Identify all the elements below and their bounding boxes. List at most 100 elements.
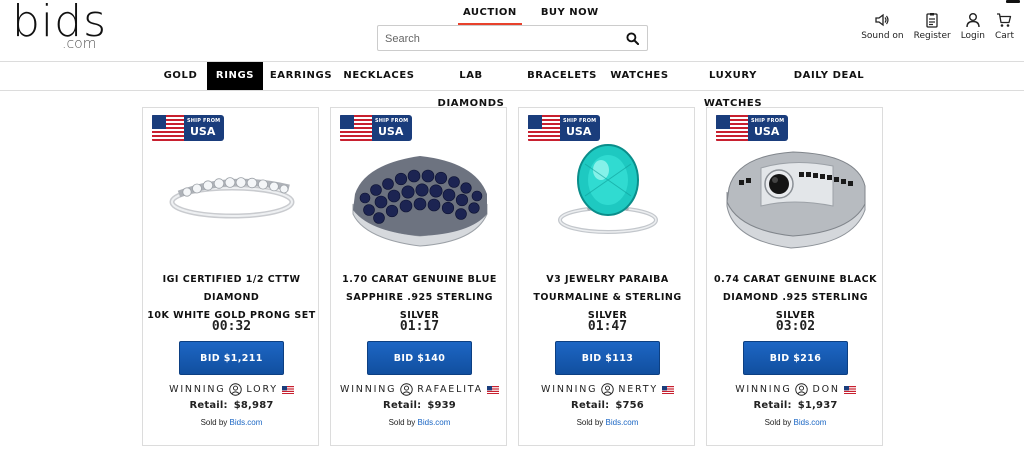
- ship-country-label: USA: [378, 125, 404, 138]
- category-daily-deal[interactable]: DAILY DEAL: [793, 62, 865, 90]
- ship-country-label: USA: [754, 125, 780, 138]
- category-rings[interactable]: RINGS: [207, 62, 263, 90]
- user-icon: [966, 13, 980, 28]
- user-circle-icon: [400, 383, 414, 396]
- auction-timer: 03:02: [775, 319, 816, 334]
- retail-value: $939: [427, 400, 456, 411]
- header: bids .com AUCTION BUY NOW Sound on: [0, 0, 1024, 62]
- retail-price: Retail: $756: [519, 400, 696, 411]
- login-button[interactable]: Login: [961, 12, 985, 41]
- sold-by-label: Sold by: [200, 418, 228, 427]
- winner-name: DON: [812, 384, 840, 395]
- retail-label: Retail:: [383, 400, 422, 411]
- tab-buy-now[interactable]: BUY NOW: [536, 6, 604, 25]
- search-input[interactable]: [385, 31, 615, 46]
- ship-from-usa-badge: SHIP FROM USA: [340, 115, 412, 141]
- winner-name: NERTY: [618, 384, 658, 395]
- category-watches[interactable]: WATCHES: [608, 62, 671, 90]
- paraiba-tourmaline-ring-image[interactable]: [533, 144, 683, 256]
- speaker-icon: [875, 13, 890, 27]
- bid-button[interactable]: BID $113: [555, 341, 660, 375]
- product-title[interactable]: IGI CERTIFIED 1/2 CTTW DIAMOND 10K WHITE…: [147, 271, 316, 325]
- retail-price: Retail: $8,987: [143, 400, 320, 411]
- winning-label: WINNING: [169, 384, 226, 395]
- sold-by-label: Sold by: [576, 418, 604, 427]
- us-flag-icon: [340, 115, 372, 141]
- product-card[interactable]: SHIP FROM USA 0.74 CARAT GENUINE BLACK D…: [706, 107, 883, 446]
- register-button[interactable]: Register: [914, 12, 951, 41]
- us-flag-icon: [661, 385, 674, 394]
- us-flag-icon: [843, 385, 856, 394]
- seller-link[interactable]: Bids.com: [794, 418, 827, 427]
- seller-link[interactable]: Bids.com: [606, 418, 639, 427]
- retail-label: Retail:: [753, 400, 792, 411]
- category-bracelets[interactable]: BRACELETS: [525, 62, 599, 90]
- seller-link[interactable]: Bids.com: [230, 418, 263, 427]
- winner-name: RAFAELITA: [417, 384, 483, 395]
- black-diamond-ring-image[interactable]: [721, 144, 871, 256]
- category-earrings[interactable]: EARRINGS: [268, 62, 334, 90]
- cart-icon: [997, 13, 1012, 27]
- us-flag-icon: [486, 385, 499, 394]
- retail-value: $8,987: [233, 400, 274, 411]
- product-card[interactable]: SHIP FROM USA 1.70 CARAT GENUINE BLUE SA…: [330, 107, 507, 446]
- winning-row: WINNING RAFAELITA: [331, 383, 508, 396]
- bid-button[interactable]: BID $1,211: [179, 341, 284, 375]
- seller-link[interactable]: Bids.com: [418, 418, 451, 427]
- winning-row: WINNING DON: [707, 383, 884, 396]
- winning-label: WINNING: [541, 384, 598, 395]
- ship-from-usa-badge: SHIP FROM USA: [152, 115, 224, 141]
- white-gold-diamond-band-image[interactable]: [157, 144, 307, 256]
- ship-from-label: SHIP FROM: [375, 118, 409, 124]
- winning-row: WINNING LORY: [143, 383, 320, 396]
- cart-label: Cart: [994, 31, 1014, 41]
- bid-button[interactable]: BID $216: [743, 341, 848, 375]
- blue-sapphire-ring-image[interactable]: [345, 144, 495, 256]
- sound-label: Sound on: [861, 31, 904, 41]
- search-icon[interactable]: [626, 32, 639, 45]
- auction-timer: 01:47: [587, 319, 628, 334]
- ship-from-label: SHIP FROM: [563, 118, 597, 124]
- product-title-line-1: IGI CERTIFIED 1/2 CTTW DIAMOND: [162, 274, 301, 303]
- logo[interactable]: bids .com: [12, 0, 107, 52]
- us-flag-icon: [528, 115, 560, 141]
- sound-toggle-button[interactable]: Sound on: [861, 12, 904, 41]
- sold-by: Sold by Bids.com: [331, 418, 508, 427]
- product-card[interactable]: SHIP FROM USA IGI CERTIFIED 1/2 CTTW DIA…: [142, 107, 319, 446]
- retail-price: Retail: $1,937: [707, 400, 884, 411]
- product-title[interactable]: 1.70 CARAT GENUINE BLUE SAPPHIRE .925 ST…: [335, 271, 504, 325]
- winning-label: WINNING: [340, 384, 397, 395]
- product-title-line-1: 1.70 CARAT GENUINE BLUE: [342, 274, 497, 285]
- retail-value: $756: [615, 400, 644, 411]
- sold-by-label: Sold by: [764, 418, 792, 427]
- ship-country-label: USA: [566, 125, 592, 138]
- bid-button[interactable]: BID $140: [367, 341, 472, 375]
- retail-value: $1,937: [797, 400, 838, 411]
- mode-tabs: AUCTION BUY NOW: [458, 6, 604, 25]
- register-label: Register: [913, 31, 951, 41]
- auction-timer: 01:17: [399, 319, 440, 334]
- product-title[interactable]: V3 JEWELRY PARAIBA TOURMALINE & STERLING…: [523, 271, 692, 325]
- category-necklaces[interactable]: NECKLACES: [342, 62, 416, 90]
- product-card[interactable]: SHIP FROM USA V3 JEWELRY PARAIBA TOURMAL…: [518, 107, 695, 446]
- us-flag-icon: [281, 385, 294, 394]
- winning-row: WINNING NERTY: [519, 383, 696, 396]
- category-luxury-watches[interactable]: LUXURY WATCHES: [681, 62, 785, 109]
- ship-country-label: USA: [190, 125, 216, 138]
- retail-label: Retail:: [189, 400, 228, 411]
- tab-auction[interactable]: AUCTION: [458, 6, 522, 25]
- user-circle-icon: [795, 383, 809, 396]
- category-lab-diamonds[interactable]: LAB DIAMONDS: [425, 62, 517, 109]
- auction-timer: 00:32: [211, 319, 252, 334]
- ship-from-label: SHIP FROM: [751, 118, 785, 124]
- ship-from-usa-badge: SHIP FROM USA: [716, 115, 788, 141]
- product-title-line-1: V3 JEWELRY PARAIBA: [546, 274, 669, 285]
- us-flag-icon: [716, 115, 748, 141]
- ship-from-usa-badge: SHIP FROM USA: [528, 115, 600, 141]
- retail-label: Retail:: [571, 400, 610, 411]
- logo-domain: .com: [62, 36, 97, 52]
- product-title[interactable]: 0.74 CARAT GENUINE BLACK DIAMOND .925 ST…: [711, 271, 880, 325]
- category-gold[interactable]: GOLD: [158, 62, 203, 90]
- cart-button[interactable]: Cart: [995, 12, 1014, 41]
- login-label: Login: [960, 31, 985, 41]
